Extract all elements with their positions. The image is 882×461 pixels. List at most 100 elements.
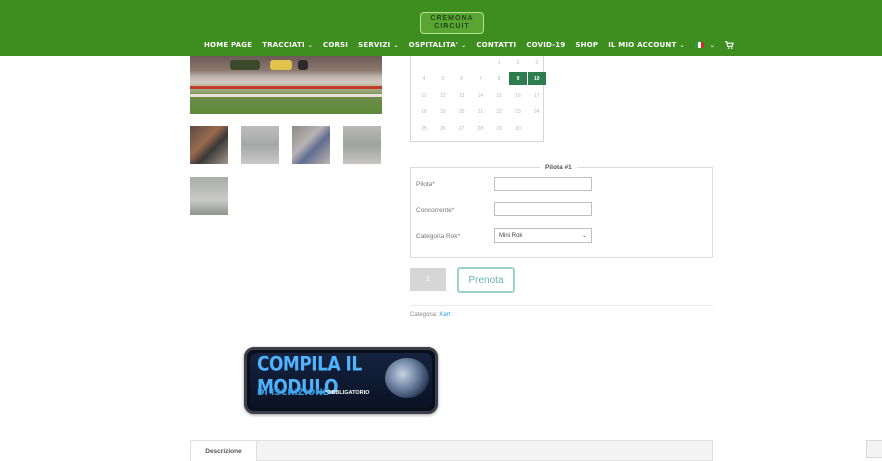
pilota-label: Pilota* (416, 181, 435, 188)
nav-item-tracciati[interactable]: TRACCIATI ⌄ (262, 41, 313, 49)
kart-shape (298, 60, 308, 70)
calendar-day[interactable]: 14 (471, 89, 489, 102)
calendar-day[interactable]: 4 (415, 72, 433, 85)
chevron-down-icon: ⌄ (393, 41, 399, 49)
kart-shape (270, 60, 292, 70)
calendar-week-row: 18 19 20 21 22 23 24 (415, 105, 547, 118)
nav-item-il-mio-account[interactable]: IL MIO ACCOUNT ⌄ (608, 41, 684, 49)
calendar-week-row: 4 5 6 7 8 9 10 (415, 72, 547, 85)
calendar-day[interactable]: 12 (434, 89, 452, 102)
concorrente-input[interactable] (494, 202, 592, 216)
calendar-day[interactable]: 6 (453, 72, 471, 85)
product-tabs (190, 440, 713, 461)
product-main-image[interactable] (190, 56, 382, 114)
track-stripe (190, 94, 382, 97)
concorrente-label: Concorrente* (416, 207, 455, 214)
calendar-day[interactable]: 24 (528, 105, 546, 118)
calendar-day[interactable]: 30 (509, 122, 527, 135)
gallery-thumbnail[interactable] (241, 126, 279, 164)
cart-link[interactable] (724, 41, 734, 49)
nav-item-home-page[interactable]: HOME PAGE (204, 41, 252, 49)
nav-label: TRACCIATI (262, 41, 305, 49)
nav-item-ospitalita[interactable]: OSPITALITA' ⌄ (409, 41, 467, 49)
calendar-day[interactable]: 13 (453, 89, 471, 102)
banner-subtitle: DI ISCRIZIONE (257, 388, 329, 398)
calendar-day[interactable]: 19 (434, 105, 452, 118)
calendar-day[interactable]: 27 (453, 122, 471, 135)
calendar-day (453, 56, 471, 69)
calendar-day[interactable]: 23 (509, 105, 527, 118)
calendar-day[interactable]: 17 (528, 89, 546, 102)
calendar-day[interactable]: 15 (490, 89, 508, 102)
logo-line-2: CIRCUIT (434, 23, 470, 30)
calendar-day[interactable]: 1 (490, 56, 508, 69)
language-switcher[interactable]: ⌄ (694, 42, 715, 49)
calendar-week-row: 25 26 27 28 29 30 (415, 122, 547, 135)
nav-label: SHOP (575, 41, 599, 49)
nav-label: SERVIZI (358, 41, 391, 49)
registration-form-banner[interactable]: COMPILA IL MODULO DI ISCRIZIONE *OBBLIGA… (244, 347, 438, 414)
prenota-button[interactable]: Prenota (457, 267, 515, 293)
nav-item-corsi[interactable]: CORSI (323, 41, 348, 49)
calendar-day[interactable]: 8 (490, 72, 508, 85)
site-logo[interactable]: CREMONA CIRCUIT (420, 12, 484, 34)
chevron-down-icon: ⌄ (679, 41, 685, 49)
calendar-day (415, 56, 433, 69)
gallery-thumbnail[interactable] (190, 177, 228, 215)
calendar-day[interactable]: 25 (415, 122, 433, 135)
logo-line-1: CREMONA (430, 15, 474, 22)
calendar-day[interactable]: 16 (509, 89, 527, 102)
calendar-day (471, 56, 489, 69)
nav-label: CONTATTI (476, 41, 517, 49)
calendar-day[interactable]: 28 (471, 122, 489, 135)
categoria-rok-label: Categoria Rok* (416, 233, 461, 240)
rider-image (385, 358, 429, 398)
calendar-day (434, 56, 452, 69)
nav-label: COVID-19 (526, 41, 566, 49)
calendar-day (528, 122, 546, 135)
calendar-day[interactable]: 21 (471, 105, 489, 118)
gallery-thumbnail[interactable] (190, 126, 228, 164)
chevron-down-icon: ⌄ (461, 41, 467, 49)
calendar-day[interactable]: 18 (415, 105, 433, 118)
category-label: Categoria: (410, 312, 438, 318)
gallery-thumbnail[interactable] (292, 126, 330, 164)
calendar-day[interactable]: 7 (471, 72, 489, 85)
categoria-rok-select[interactable]: Mini Rok ⌄ (494, 228, 592, 243)
calendar-day[interactable]: 22 (490, 105, 508, 118)
nav-item-servizi[interactable]: SERVIZI ⌄ (358, 41, 399, 49)
select-value: Mini Rok (499, 232, 523, 239)
nav-item-shop[interactable]: SHOP (575, 41, 598, 49)
calendar-day[interactable]: 29 (490, 122, 508, 135)
calendar-day[interactable]: 2 (509, 56, 527, 69)
calendar-day[interactable]: 11 (415, 89, 433, 102)
calendar-week-row: 123 (415, 56, 547, 69)
pilota-input[interactable] (494, 177, 592, 191)
category-link[interactable]: Kart (439, 312, 450, 318)
nav-label: OSPITALITA' (408, 41, 459, 49)
cart-icon (724, 41, 734, 49)
calendar-day[interactable]: 10 (527, 72, 546, 85)
calendar-day[interactable]: 20 (453, 105, 471, 118)
recaptcha-badge[interactable] (866, 440, 882, 458)
track-stripe (190, 86, 382, 89)
gallery-thumbnail[interactable] (343, 126, 381, 164)
calendar-day[interactable]: 5 (434, 72, 452, 85)
nav-label: HOME PAGE (204, 41, 253, 49)
tab-descrizione[interactable]: Descrizione (190, 440, 257, 461)
nav-label: IL MIO ACCOUNT (608, 41, 677, 49)
fieldset-legend: Pilota #1 (540, 161, 577, 173)
nav-item-covid-19[interactable]: COVID-19 (526, 41, 565, 49)
chevron-down-icon: ⌄ (307, 41, 313, 49)
italian-flag-icon (694, 42, 704, 48)
calendar-day[interactable]: 26 (434, 122, 452, 135)
nav-item-contatti[interactable]: CONTATTI (476, 41, 516, 49)
nav-label: CORSI (322, 41, 349, 49)
site-header: CREMONA CIRCUIT HOME PAGE TRACCIATI ⌄ COR… (0, 0, 882, 56)
calendar-day[interactable]: 9 (508, 72, 527, 85)
banner-note: *OBBLIGATORIO (325, 390, 370, 396)
calendar-week-row: 11 12 13 14 15 16 17 (415, 89, 547, 102)
chevron-down-icon: ⌄ (581, 233, 587, 239)
quantity-input[interactable]: 1 (410, 268, 446, 291)
calendar-day[interactable]: 3 (528, 56, 546, 69)
